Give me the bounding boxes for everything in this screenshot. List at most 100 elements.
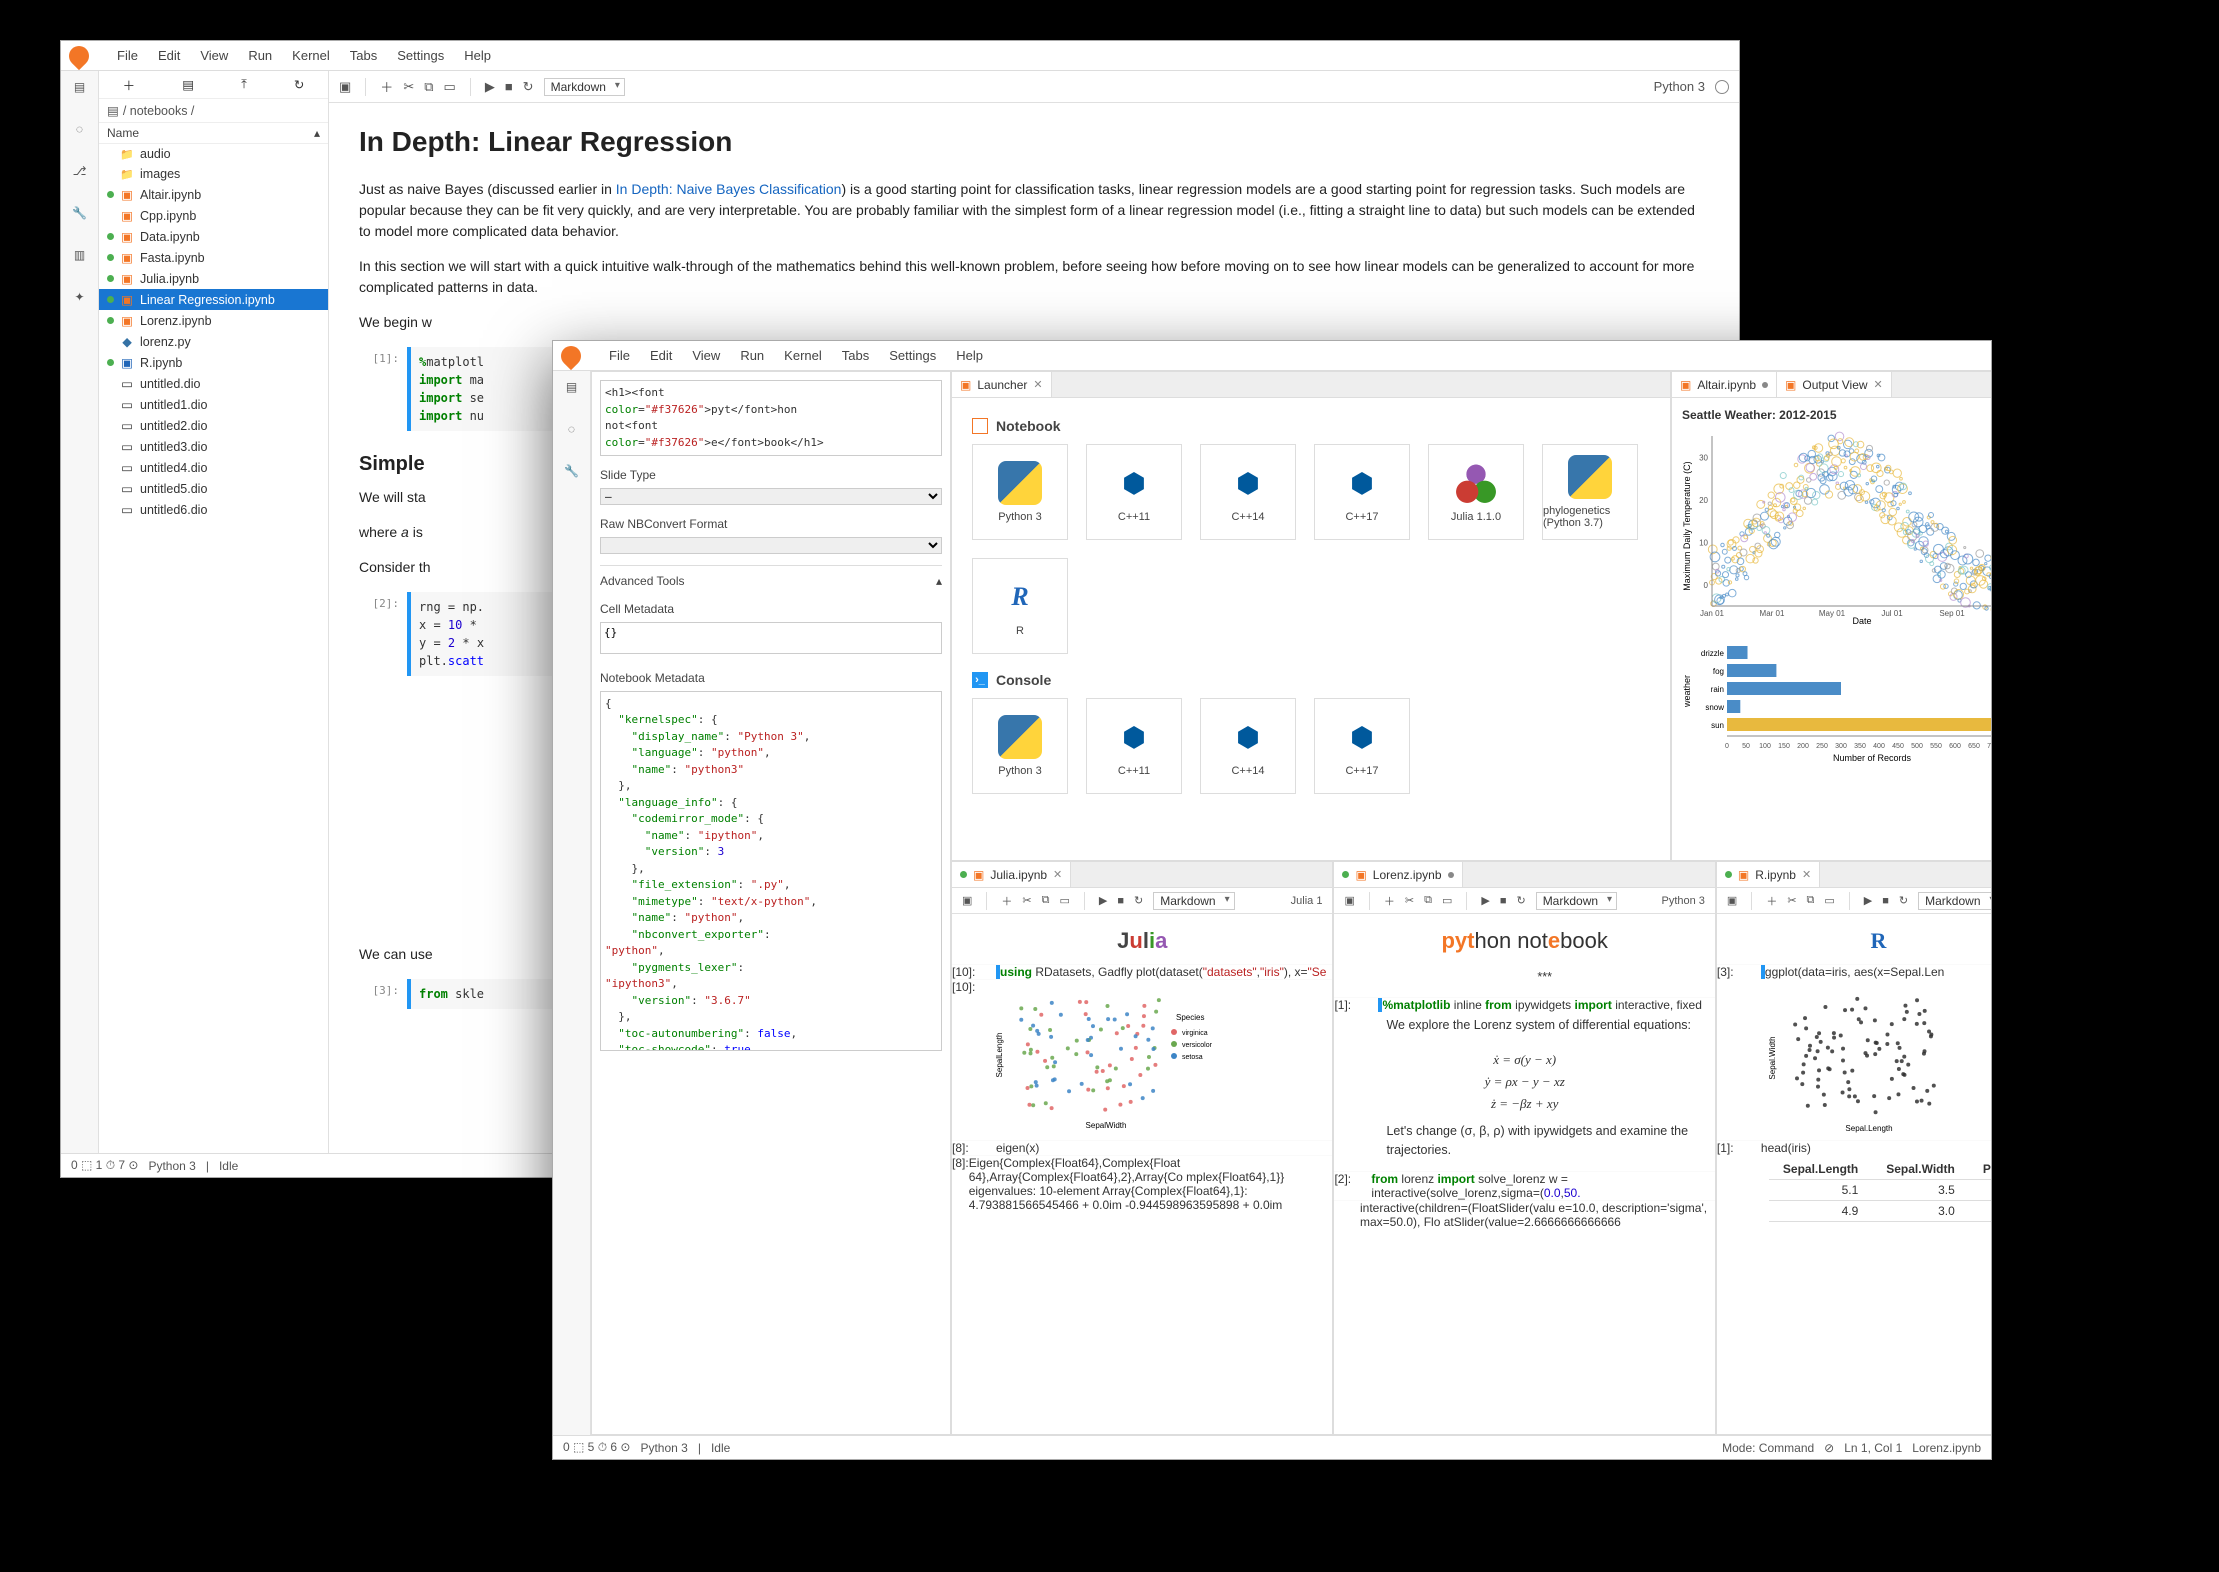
jupyter-logo-icon: [65, 41, 93, 69]
extensions-icon[interactable]: ✦: [70, 287, 90, 307]
close-icon[interactable]: ✕: [1802, 868, 1811, 881]
file-row[interactable]: Linear Regression.ipynb: [99, 289, 328, 310]
stop-button[interactable]: ■: [505, 79, 513, 94]
running-icon[interactable]: ◌: [562, 419, 582, 439]
file-row[interactable]: Altair.ipynb: [99, 184, 328, 205]
new-launcher-button[interactable]: ＋: [123, 75, 136, 94]
r-scatter-output: Sepal.Length Sepal.Width: [1717, 979, 1991, 1140]
file-icon: [120, 397, 134, 412]
restart-button[interactable]: ↻: [523, 79, 534, 95]
tab-altair[interactable]: ▣Altair.ipynb: [1672, 372, 1777, 397]
close-icon[interactable]: ✕: [1033, 378, 1042, 391]
new-folder-button[interactable]: ▤: [182, 77, 194, 92]
menu-tabs[interactable]: Tabs: [350, 48, 377, 63]
nbconvert-format-select[interactable]: [600, 537, 942, 554]
wrench-icon[interactable]: 🔧: [562, 461, 582, 481]
launcher-card[interactable]: Julia 1.1.0: [1428, 444, 1524, 540]
menu-run[interactable]: Run: [248, 48, 272, 63]
launcher-card[interactable]: phylogenetics (Python 3.7): [1542, 444, 1638, 540]
launcher-card[interactable]: Python 3: [972, 444, 1068, 540]
nb-icon: [120, 313, 134, 328]
file-row[interactable]: Julia.ipynb: [99, 268, 328, 289]
notebook-metadata[interactable]: { "kernelspec": { "display_name": "Pytho…: [600, 691, 942, 1051]
svg-text:sun: sun: [1711, 721, 1724, 730]
svg-text:drizzle: drizzle: [1701, 649, 1725, 658]
menu-view[interactable]: View: [200, 48, 228, 63]
running-dot-icon: [107, 191, 114, 198]
folder-icon: [120, 168, 134, 181]
menu-settings[interactable]: Settings: [397, 48, 444, 63]
launcher-card[interactable]: Python 3: [972, 698, 1068, 794]
column-name[interactable]: Name: [107, 126, 139, 140]
svg-text:setosa: setosa: [1182, 1054, 1203, 1061]
launcher-card[interactable]: ⬢C++11: [1086, 444, 1182, 540]
svg-text:550: 550: [1930, 743, 1942, 750]
cell-metadata-input[interactable]: {}: [600, 622, 942, 654]
file-row[interactable]: Data.ipynb: [99, 226, 328, 247]
svg-text:versicolor: versicolor: [1182, 1042, 1213, 1049]
file-row[interactable]: untitled2.dio: [99, 415, 328, 436]
launcher-card[interactable]: ⬢C++11: [1086, 698, 1182, 794]
file-row[interactable]: untitled6.dio: [99, 499, 328, 520]
launcher-card[interactable]: RR: [972, 558, 1068, 654]
lorenz-notebook-pane: ▣Lorenz.ipynb ▣ ＋✂⧉▭ ▶■↻ Markdown Python…: [1333, 861, 1715, 1435]
run-button[interactable]: ▶: [485, 79, 495, 95]
kernel-name[interactable]: Python 3: [1654, 79, 1705, 94]
file-row[interactable]: untitled1.dio: [99, 394, 328, 415]
tab-launcher[interactable]: ▣Launcher✕: [952, 372, 1052, 397]
markdown-source[interactable]: <h1><font color="#f37626">pyt</font>hon …: [600, 380, 942, 456]
menu-kernel[interactable]: Kernel: [292, 48, 330, 63]
running-icon[interactable]: ◌: [70, 119, 90, 139]
svg-text:400: 400: [1873, 743, 1885, 750]
file-row[interactable]: R.ipynb: [99, 352, 328, 373]
file-row[interactable]: audio: [99, 144, 328, 164]
file-row[interactable]: untitled3.dio: [99, 436, 328, 457]
julia-notebook-pane: ▣Julia.ipynb✕ ▣ ＋✂⧉▭ ▶■↻ Markdown Julia …: [951, 861, 1333, 1435]
svg-text:650: 650: [1968, 743, 1980, 750]
tab-julia[interactable]: ▣Julia.ipynb✕: [952, 862, 1071, 887]
commands-icon[interactable]: ▥: [70, 245, 90, 265]
svg-text:150: 150: [1778, 743, 1790, 750]
tab-r[interactable]: ▣R.ipynb✕: [1717, 862, 1820, 887]
file-row[interactable]: lorenz.py: [99, 331, 328, 352]
launcher-card[interactable]: ⬢C++17: [1314, 698, 1410, 794]
folder-icon[interactable]: ▤: [70, 77, 90, 97]
close-icon[interactable]: ✕: [1053, 868, 1062, 881]
copy-button[interactable]: ⧉: [424, 79, 433, 95]
jupyter-logo-icon: [557, 341, 585, 369]
folder-icon[interactable]: ▤: [562, 377, 582, 397]
file-row[interactable]: untitled.dio: [99, 373, 328, 394]
save-button[interactable]: ▣: [339, 79, 351, 95]
file-row[interactable]: untitled5.dio: [99, 478, 328, 499]
file-row[interactable]: untitled4.dio: [99, 457, 328, 478]
git-icon[interactable]: ⎇: [70, 161, 90, 181]
r-title: R: [1717, 914, 1991, 964]
celltype-dropdown[interactable]: Markdown: [544, 78, 625, 96]
launcher-card[interactable]: ⬢C++14: [1200, 698, 1296, 794]
sort-icon[interactable]: ▴: [314, 126, 320, 140]
paste-button[interactable]: ▭: [444, 79, 456, 95]
tab-lorenz[interactable]: ▣Lorenz.ipynb: [1334, 862, 1462, 887]
launcher-card[interactable]: ⬢C++14: [1200, 444, 1296, 540]
file-row[interactable]: Lorenz.ipynb: [99, 310, 328, 331]
naive-bayes-link[interactable]: In Depth: Naive Bayes Classification: [616, 181, 842, 197]
file-row[interactable]: Fasta.ipynb: [99, 247, 328, 268]
svg-text:Sepal.Length: Sepal.Length: [1845, 1124, 1892, 1133]
launcher-card[interactable]: ⬢C++17: [1314, 444, 1410, 540]
menu-edit[interactable]: Edit: [158, 48, 180, 63]
menu-file[interactable]: File: [117, 48, 138, 63]
file-row[interactable]: images: [99, 164, 328, 184]
slide-type-select[interactable]: –: [600, 488, 942, 505]
refresh-button[interactable]: ↻: [294, 77, 304, 92]
wrench-icon[interactable]: 🔧: [70, 203, 90, 223]
breadcrumb[interactable]: ▤ / notebooks /: [99, 99, 328, 122]
close-icon[interactable]: ✕: [1874, 378, 1883, 391]
cut-button[interactable]: ✂: [403, 79, 414, 95]
menu-help[interactable]: Help: [464, 48, 491, 63]
insert-cell-button[interactable]: ＋: [380, 77, 393, 96]
file-row[interactable]: Cpp.ipynb: [99, 205, 328, 226]
upload-button[interactable]: ⤒: [241, 77, 247, 92]
svg-text:100: 100: [1759, 743, 1771, 750]
tab-output-view[interactable]: ▣Output View✕: [1777, 372, 1892, 397]
save-button[interactable]: ▣: [962, 894, 972, 907]
